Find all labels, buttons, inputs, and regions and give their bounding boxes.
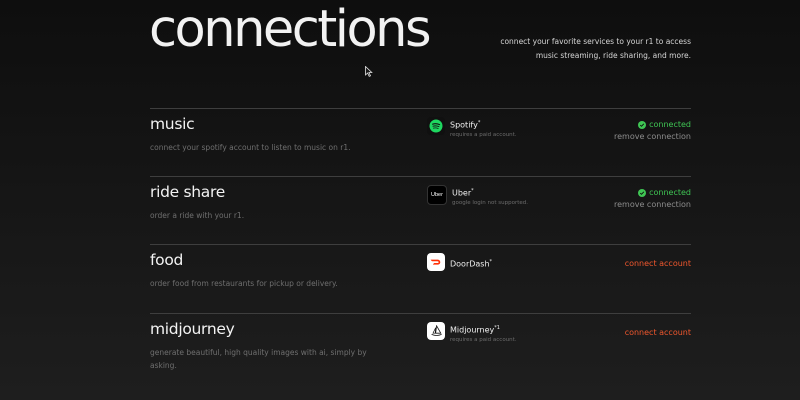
service-note: requires a paid account. [450, 131, 517, 138]
remove-connection-button[interactable]: remove connection [614, 199, 691, 211]
section-description: generate beautiful, high quality images … [150, 348, 367, 370]
service-footnote-mark: * [489, 259, 493, 265]
intro-line-2: music streaming, ride sharing, and more. [535, 51, 691, 60]
remove-connection-button[interactable]: remove connection [614, 131, 691, 143]
connections-page: connections connect your favorite servic… [0, 0, 800, 400]
uber-icon: Uber [427, 185, 447, 205]
connect-account-button[interactable]: connect account [625, 258, 691, 269]
intro-line-1: connect your favorite services to your r… [500, 37, 691, 46]
service-note: requires a paid account. [450, 336, 517, 343]
connected-badge: connected [614, 187, 691, 198]
section-ride-share: ride share order a ride with your r1. Ub… [150, 176, 691, 245]
section-description: order a ride with your r1. [150, 211, 245, 220]
service-footnote-mark: * [471, 188, 474, 194]
service-spotify: Spotify* requires a paid account. [427, 117, 517, 140]
midjourney-icon [427, 322, 445, 340]
connected-badge: connected [614, 119, 691, 130]
service-name: Uber* [452, 188, 474, 198]
section-food: food order food from restaurants for pic… [150, 244, 691, 313]
page-intro: connect your favorite services to your r… [431, 35, 691, 63]
mouse-cursor-icon [365, 66, 373, 77]
connection-status: connect account [625, 327, 691, 338]
section-music: music connect your spotify account to li… [150, 108, 691, 177]
connection-status: connect account [625, 258, 691, 269]
section-title: music [150, 115, 195, 133]
section-title: food [150, 251, 184, 269]
spotify-icon [427, 117, 445, 135]
service-midjourney: Midjourney*1 requires a paid account. [427, 322, 517, 345]
section-description: order food from restaurants for pickup o… [150, 279, 338, 288]
service-doordash: DoorDash* [427, 253, 492, 271]
check-icon [638, 188, 647, 197]
service-name: Spotify* [450, 120, 481, 130]
service-footnote-mark: * [477, 120, 481, 126]
section-midjourney: midjourney generate beautiful, high qual… [150, 313, 691, 394]
service-name: Midjourney*1 [450, 325, 500, 335]
service-note: google login not supported. [452, 199, 529, 206]
connected-label: connected [649, 188, 691, 197]
connected-label: connected [649, 120, 691, 129]
service-name: DoorDash* [450, 259, 493, 269]
check-icon [638, 120, 647, 129]
uber-logo-text: Uber [431, 192, 443, 198]
section-description: connect your spotify account to listen t… [150, 143, 351, 152]
section-title: midjourney [150, 320, 235, 338]
section-title: ride share [150, 183, 225, 201]
service-uber: Uber Uber* google login not supported. [427, 185, 528, 208]
connection-status: connected remove connection [614, 187, 691, 211]
page-title: connections [149, 0, 432, 59]
service-footnote-mark: *1 [494, 325, 500, 331]
connect-account-button[interactable]: connect account [625, 327, 691, 338]
doordash-icon [427, 253, 445, 271]
connection-status: connected remove connection [614, 119, 691, 143]
